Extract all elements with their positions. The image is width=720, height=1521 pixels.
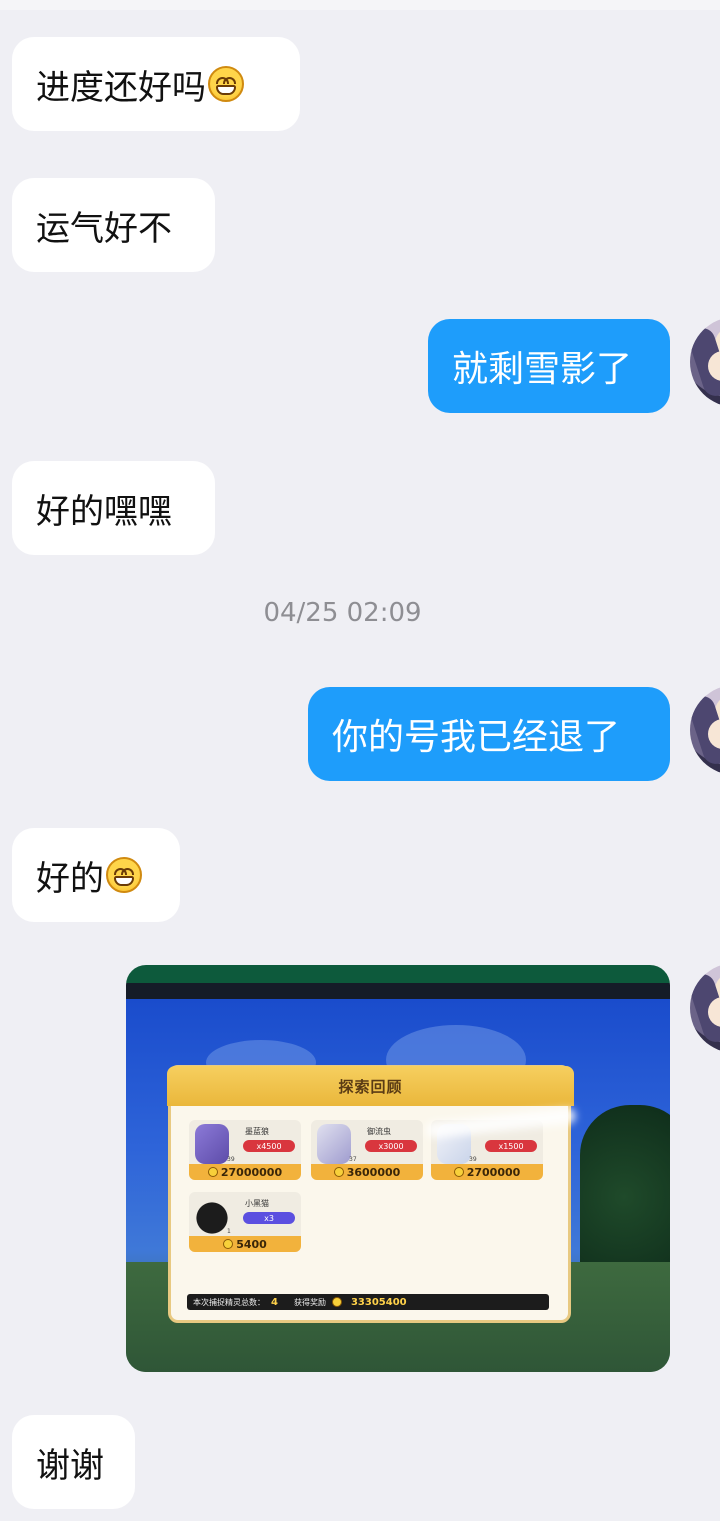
exploration-summary-panel: 探索回顾 墨蓝狼 x4500 39 27000000 御流虫 x3000 37 … — [167, 1065, 574, 1323]
pet-card: 墨蓝狼 x4500 39 27000000 — [189, 1120, 301, 1180]
message-bubble-incoming[interactable]: 好的 — [12, 828, 180, 922]
coin-icon — [207, 1167, 218, 1177]
grin-emoji-icon — [208, 66, 244, 102]
pet-name: 墨蓝狼 — [245, 1127, 269, 1136]
message-bubble-incoming[interactable]: 谢谢 — [12, 1415, 135, 1509]
coins-value: 5400 — [236, 1237, 267, 1251]
image-message[interactable]: 探索回顾 墨蓝狼 x4500 39 27000000 御流虫 x3000 37 … — [126, 965, 670, 1372]
message-bubble-outgoing[interactable]: 就剩雪影了 — [428, 319, 670, 413]
pet-coins: 2700000 — [431, 1164, 543, 1180]
pet-card: 小黑猫 x3 1 5400 — [189, 1192, 301, 1252]
pet-wolf-icon — [195, 1124, 229, 1164]
pet-count: x3 — [243, 1212, 295, 1224]
message-text: 运气好不 — [36, 208, 172, 249]
pet-name: 小黑猫 — [245, 1199, 269, 1208]
pet-count: x4500 — [243, 1140, 295, 1152]
pet-card: 御流虫 x3000 37 3600000 — [311, 1120, 423, 1180]
pet-count: x1500 — [485, 1140, 537, 1152]
pet-coins: 5400 — [189, 1236, 301, 1252]
user-avatar[interactable] — [690, 963, 720, 1053]
grin-emoji-icon — [106, 857, 142, 893]
message-text: 进度还好吗 — [36, 67, 206, 108]
message-text: 好的嘿嘿 — [36, 491, 172, 532]
message-text: 谢谢 — [36, 1445, 104, 1486]
coins-value: 2700000 — [466, 1165, 521, 1179]
pet-coins: 27000000 — [189, 1164, 301, 1180]
reward-label: 获得奖励 — [293, 1297, 326, 1307]
message-bubble-incoming[interactable]: 好的嘿嘿 — [12, 461, 215, 555]
pet-black-cat-icon — [195, 1196, 229, 1236]
message-bubble-outgoing[interactable]: 你的号我已经退了 — [308, 687, 670, 781]
message-timestamp: 04/25 02:09 — [263, 598, 422, 628]
footer-count: 4 — [271, 1296, 278, 1308]
pet-name: 御流虫 — [367, 1127, 391, 1136]
pet-level: 39 — [227, 1156, 235, 1163]
pet-level: 1 — [227, 1228, 231, 1235]
footer-label: 本次捕捉精灵总数： — [193, 1297, 265, 1307]
reward-total: 33305400 — [350, 1296, 407, 1308]
message-text: 好的 — [36, 858, 104, 899]
pet-bug-icon — [317, 1124, 351, 1164]
message-text: 就剩雪影了 — [452, 349, 633, 390]
pet-coins: 3600000 — [311, 1164, 423, 1180]
coin-icon — [333, 1167, 344, 1177]
message-text: 你的号我已经退了 — [332, 717, 621, 758]
coin-icon — [331, 1297, 342, 1307]
coin-icon — [223, 1239, 234, 1249]
coin-icon — [453, 1167, 464, 1177]
message-bubble-incoming[interactable]: 进度还好吗 — [12, 37, 300, 131]
user-avatar[interactable] — [690, 317, 720, 407]
message-bubble-incoming[interactable]: 运气好不 — [12, 178, 215, 272]
coins-value: 3600000 — [346, 1165, 401, 1179]
summary-footer: 本次捕捉精灵总数： 4 获得奖励 33305400 — [187, 1294, 549, 1310]
panel-header: 探索回顾 — [167, 1066, 574, 1106]
panel-title: 探索回顾 — [338, 1077, 403, 1096]
top-strip — [0, 0, 720, 10]
pet-level: 37 — [349, 1156, 357, 1163]
pet-level: 39 — [469, 1156, 477, 1163]
coins-value: 27000000 — [220, 1165, 283, 1179]
pet-count: x3000 — [365, 1140, 417, 1152]
user-avatar[interactable] — [690, 685, 720, 775]
